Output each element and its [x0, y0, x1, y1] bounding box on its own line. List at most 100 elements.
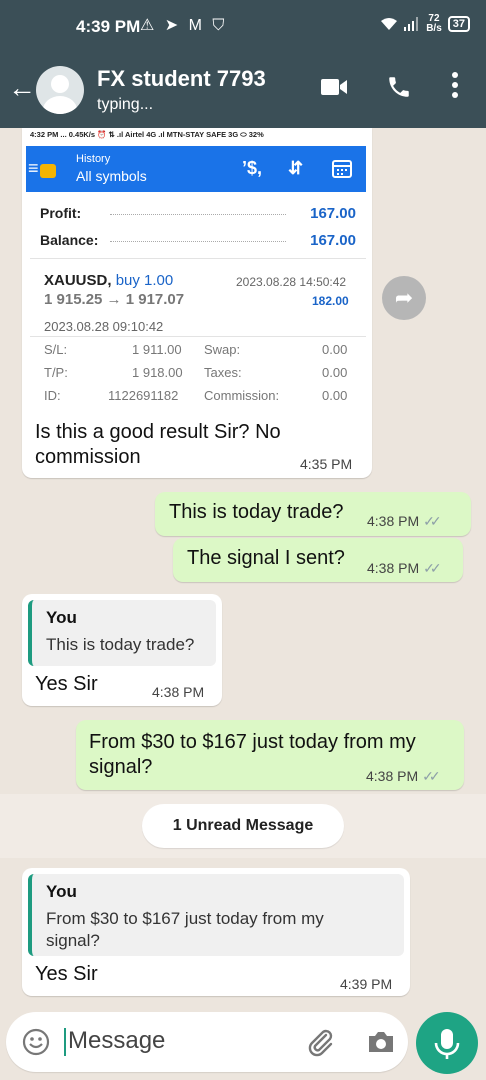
- message-line: From $30 to $167 just today from my: [89, 731, 416, 753]
- dot-leader: [110, 214, 286, 215]
- back-arrow-icon[interactable]: ←: [8, 74, 36, 102]
- avatar-body: [43, 96, 77, 114]
- id-label: ID:: [44, 388, 61, 403]
- screenshot-status-bar: 4:32 PM ... 0.45K/s ⏰ ⇅ .ıl Airtel 4G .ı…: [30, 130, 264, 139]
- net-speed-unit: B/s: [426, 23, 442, 34]
- microphone-icon: [434, 1029, 460, 1059]
- message-bubble-incoming[interactable]: You This is today trade? Yes Sir 4:38 PM: [22, 594, 222, 706]
- message-text: Yes Sir: [35, 673, 98, 695]
- message-text: Is this a good result Sir? No commission: [35, 420, 281, 470]
- more-options-icon[interactable]: [448, 70, 462, 100]
- balance-row: Balance: 167.00: [40, 232, 356, 249]
- quoted-message[interactable]: You From $30 to $167 just today from my …: [28, 874, 404, 956]
- message-bubble-incoming[interactable]: You From $30 to $167 just today from my …: [22, 868, 410, 996]
- balance-label: Balance:: [40, 232, 99, 248]
- commission-label: Commission:: [204, 388, 280, 403]
- message-time: 4:38 PM ✓✓: [367, 513, 442, 530]
- screenshot-toolbar: ≡ History All symbols ’$, ⇵: [26, 146, 366, 192]
- taxes-label: Taxes:: [204, 365, 242, 380]
- message-time: 4:35 PM: [300, 456, 353, 472]
- chat-area[interactable]: 4:32 PM ... 0.45K/s ⏰ ⇅ .ıl Airtel 4G .ı…: [0, 128, 486, 1008]
- unread-messages-badge: 1 Unread Message: [142, 804, 344, 848]
- message-bubble-incoming[interactable]: 4:32 PM ... 0.45K/s ⏰ ⇅ .ıl Airtel 4G .ı…: [22, 128, 372, 478]
- message-text: The signal I sent?: [187, 547, 345, 569]
- status-bar: 4:39 PM ⚠ ➤ M ⛉ 72 B/s 37: [0, 0, 486, 52]
- divider: [30, 336, 366, 337]
- quote-text: This is today trade?: [46, 635, 195, 654]
- quote-line: From $30 to $167 just today from my: [46, 909, 324, 928]
- emoji-icon[interactable]: [22, 1028, 50, 1056]
- app-logo-icon: [40, 164, 56, 178]
- trade-close-time: 2023.08.28 14:50:42: [236, 275, 347, 289]
- calendar-icon: [332, 160, 352, 178]
- text-cursor: [64, 1028, 66, 1056]
- dollar-icon: ’$,: [242, 158, 263, 178]
- tp-value: 1 918.00: [132, 365, 183, 380]
- top-bar: 4:39 PM ⚠ ➤ M ⛉ 72 B/s 37 ← FX student 77…: [0, 0, 486, 128]
- voice-record-button[interactable]: [416, 1012, 478, 1074]
- message-line: commission: [35, 446, 141, 468]
- attach-icon[interactable]: [304, 1026, 336, 1058]
- net-speed: 72 B/s: [426, 14, 442, 34]
- read-ticks-icon: ✓✓: [423, 513, 442, 529]
- time-label: 4:38 PM: [366, 768, 419, 784]
- tp-label: T/P:: [44, 365, 68, 380]
- trade-profit: 182.00: [312, 294, 349, 308]
- message-time: 4:38 PM ✓✓: [367, 560, 442, 577]
- symbols-label: All symbols: [76, 168, 147, 184]
- trade-side: buy 1.00: [115, 272, 174, 289]
- commission-value: 0.00: [322, 388, 348, 403]
- message-time: 4:38 PM: [152, 684, 205, 700]
- trade-open-time: 2023.08.28 09:10:42: [44, 319, 164, 334]
- swap-label: Swap:: [204, 342, 241, 357]
- contact-name[interactable]: FX student 7793: [97, 66, 266, 92]
- status-time: 4:39 PM: [76, 17, 141, 36]
- id-value: 1122691182: [108, 388, 179, 403]
- sl-label: S/L:: [44, 342, 68, 357]
- message-time: 4:38 PM ✓✓: [366, 768, 441, 785]
- trade-screenshot[interactable]: 4:32 PM ... 0.45K/s ⏰ ⇅ .ıl Airtel 4G .ı…: [26, 128, 368, 418]
- profit-label: Profit:: [40, 205, 82, 221]
- message-text: This is today trade?: [169, 501, 344, 523]
- read-ticks-icon: ✓✓: [423, 560, 442, 576]
- camera-icon[interactable]: [366, 1028, 396, 1056]
- message-composer[interactable]: Message: [6, 1012, 408, 1072]
- video-call-icon[interactable]: [320, 76, 348, 98]
- message-input[interactable]: Message: [68, 1027, 165, 1055]
- battery-icon: 37: [447, 16, 470, 32]
- phone-call-icon[interactable]: [386, 74, 412, 100]
- quote-line: signal?: [46, 931, 100, 950]
- quoted-message[interactable]: You This is today trade?: [28, 600, 216, 666]
- time-label: 4:38 PM: [367, 560, 420, 576]
- message-bubble-outgoing[interactable]: From $30 to $167 just today from my sign…: [76, 720, 464, 790]
- message-line: Is this a good result Sir? No: [35, 421, 281, 443]
- sort-icon: ⇵: [288, 158, 304, 178]
- history-label: History: [76, 153, 111, 165]
- avatar-head: [51, 75, 69, 93]
- dot-leader: [110, 241, 286, 242]
- divider: [30, 258, 366, 259]
- hamburger-icon: ≡: [28, 158, 39, 178]
- balance-value: 167.00: [310, 232, 356, 249]
- profit-row: Profit: 167.00: [40, 205, 356, 222]
- profit-value: 167.00: [310, 205, 356, 222]
- contact-status: typing...: [97, 96, 154, 113]
- read-ticks-icon: ✓✓: [422, 768, 441, 784]
- message-bubble-outgoing[interactable]: The signal I sent? 4:38 PM ✓✓: [173, 538, 463, 582]
- message-text: Yes Sir: [35, 963, 98, 985]
- notification-icons: ⚠ ➤ M ⛉: [140, 17, 228, 34]
- signal-icon: [404, 17, 419, 31]
- time-label: 4:38 PM: [367, 513, 420, 529]
- chat-header: ← FX student 7793 typing...: [0, 52, 486, 128]
- status-right: 72 B/s 37: [380, 14, 470, 34]
- taxes-value: 0.00: [322, 365, 348, 380]
- trade-symbol-line: XAUUSD, buy 1.00: [44, 272, 173, 289]
- swap-value: 0.00: [322, 342, 348, 357]
- sl-value: 1 911.00: [132, 342, 182, 357]
- avatar[interactable]: [36, 66, 84, 114]
- forward-icon[interactable]: ➦: [382, 276, 426, 320]
- quote-text: From $30 to $167 just today from my sign…: [46, 908, 324, 952]
- message-bubble-outgoing[interactable]: This is today trade? 4:38 PM ✓✓: [155, 492, 471, 536]
- wifi-icon: [381, 18, 398, 30]
- trade-symbol: XAUUSD,: [44, 272, 112, 289]
